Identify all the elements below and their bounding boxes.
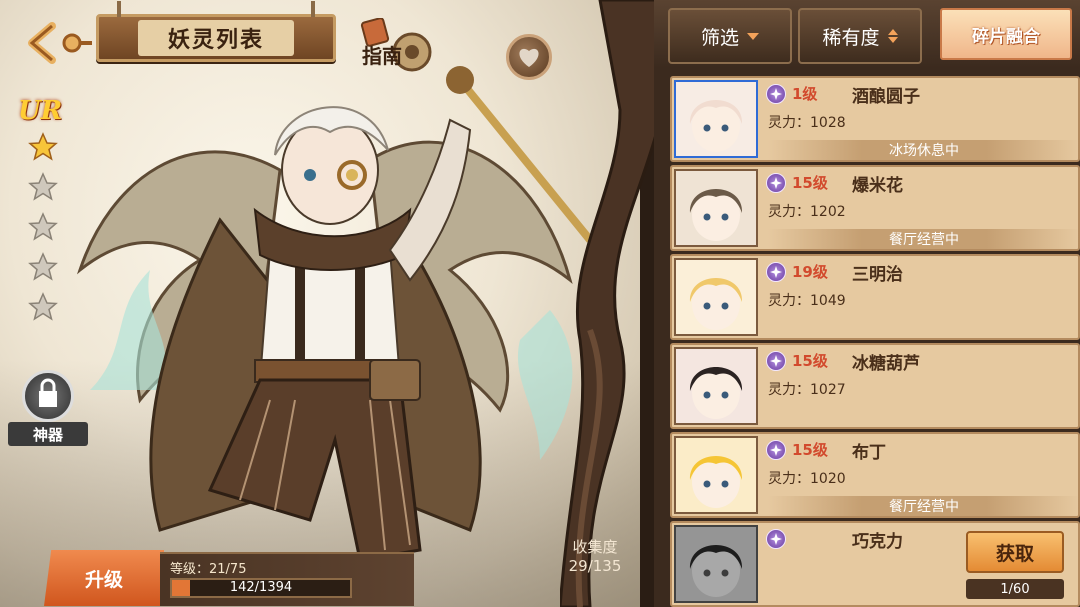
artifact-button[interactable]: 神器: [8, 370, 88, 448]
heart-icon: [519, 48, 539, 67]
spirit-level: 19级: [792, 263, 828, 281]
spirit-status: 餐厅经营中: [768, 229, 1080, 249]
collection-value: 29/135: [568, 557, 622, 575]
character-illustration: [76, 66, 590, 562]
star-empty-icon: [28, 292, 58, 321]
spirit-portrait: [674, 436, 758, 514]
spirit-card[interactable]: 15级 冰糖葫芦 灵力：1027: [670, 343, 1080, 429]
spirit-level: 15级: [792, 352, 828, 370]
spirit-card[interactable]: 巧克力 获取 1/60: [670, 521, 1080, 607]
spirit-portrait: [674, 80, 758, 158]
page-title: 妖灵列表: [137, 20, 294, 56]
spirit-level: 1级: [792, 85, 818, 103]
spirit-card[interactable]: 15级 爆米花 灵力：1202 餐厅经营中: [670, 165, 1080, 251]
element-badge-icon: [766, 440, 786, 460]
star-rating: [28, 132, 74, 322]
fragment-count: 1/60: [966, 579, 1064, 599]
element-badge-icon: [766, 173, 786, 193]
sort-icon: [887, 29, 898, 43]
spirit-list-panel: 筛选 稀有度 碎片融合 1级 酒酿圆子 灵力：1028 冰场休息中 15级 爆米花 灵力：1…: [654, 0, 1080, 607]
spirit-name: 三明治: [852, 265, 903, 285]
chevron-down-icon: [747, 32, 759, 40]
element-badge-icon: [766, 84, 786, 104]
obtain-button[interactable]: 获取: [966, 531, 1064, 573]
spirit-portrait: [674, 169, 758, 247]
spirit-status: 餐厅经营中: [768, 496, 1080, 516]
filter-button[interactable]: 筛选: [668, 8, 792, 64]
level-bar: 升级 等级：21/75 142/1394: [44, 550, 414, 606]
page-title-banner: 妖灵列表: [96, 1, 336, 62]
character-scene: 妖灵列表 指南 UR 神器 升级 等级：21/75 142/1394: [0, 0, 640, 607]
spirit-power: 灵力：1028: [768, 115, 846, 131]
level-text: 等级：21/75: [170, 562, 247, 577]
element-badge-icon: [766, 351, 786, 371]
list-toolbar: 筛选 稀有度 碎片融合: [654, 0, 1080, 68]
spirit-name: 酒酿圆子: [852, 87, 920, 107]
exp-bar: 142/1394: [170, 578, 352, 598]
spirit-name: 冰糖葫芦: [852, 354, 920, 374]
guide-label: 指南: [362, 44, 402, 68]
sort-label: 稀有度: [822, 26, 880, 49]
rarity-panel: UR: [18, 96, 74, 322]
level-panel: 等级：21/75 142/1394: [160, 552, 414, 606]
spirit-name: 爆米花: [852, 176, 903, 196]
spirit-card[interactable]: 15级 布丁 灵力：1020 餐厅经营中: [670, 432, 1080, 518]
exp-text: 142/1394: [229, 580, 293, 595]
element-badge-icon: [766, 262, 786, 282]
collection-label: 收集度: [572, 538, 618, 556]
filter-label: 筛选: [700, 26, 739, 49]
fragment-fusion-button[interactable]: 碎片融合: [940, 8, 1072, 60]
spirit-portrait: [674, 258, 758, 336]
spirit-level: 15级: [792, 441, 828, 459]
artifact-icon: [22, 370, 74, 422]
spirit-level: 15级: [792, 174, 828, 192]
star-filled-icon: [28, 132, 58, 161]
spirit-power: 灵力：1020: [768, 471, 846, 487]
spirit-status: 冰场休息中: [768, 140, 1080, 160]
spirit-portrait: [674, 347, 758, 425]
spirit-power: 灵力：1027: [768, 382, 846, 398]
artifact-label: 神器: [8, 422, 88, 446]
spirit-card[interactable]: 19级 三明治 灵力：1049: [670, 254, 1080, 340]
favorite-button[interactable]: [506, 34, 552, 80]
spirit-portrait: [674, 525, 758, 603]
collection-info: 收集度 29/135: [556, 536, 634, 575]
spirit-list: 1级 酒酿圆子 灵力：1028 冰场休息中 15级 爆米花 灵力：1202 餐厅经营中 19级 三…: [670, 76, 1080, 607]
guide-button[interactable]: 指南: [356, 17, 440, 78]
star-empty-icon: [28, 252, 58, 281]
back-arrow-icon: [28, 22, 92, 64]
spirit-name: 巧克力: [852, 532, 903, 552]
spirit-power: 灵力：1049: [768, 293, 846, 309]
star-empty-icon: [28, 172, 58, 201]
spirit-power: 灵力：1202: [768, 204, 846, 220]
spirit-name: 布丁: [852, 443, 886, 463]
star-empty-icon: [28, 212, 58, 241]
sort-button[interactable]: 稀有度: [798, 8, 922, 64]
spirit-card[interactable]: 1级 酒酿圆子 灵力：1028 冰场休息中: [670, 76, 1080, 162]
upgrade-button[interactable]: 升级: [44, 550, 164, 606]
back-button[interactable]: [24, 20, 94, 66]
rarity-badge: UR: [18, 96, 63, 126]
element-badge-icon: [766, 529, 786, 549]
